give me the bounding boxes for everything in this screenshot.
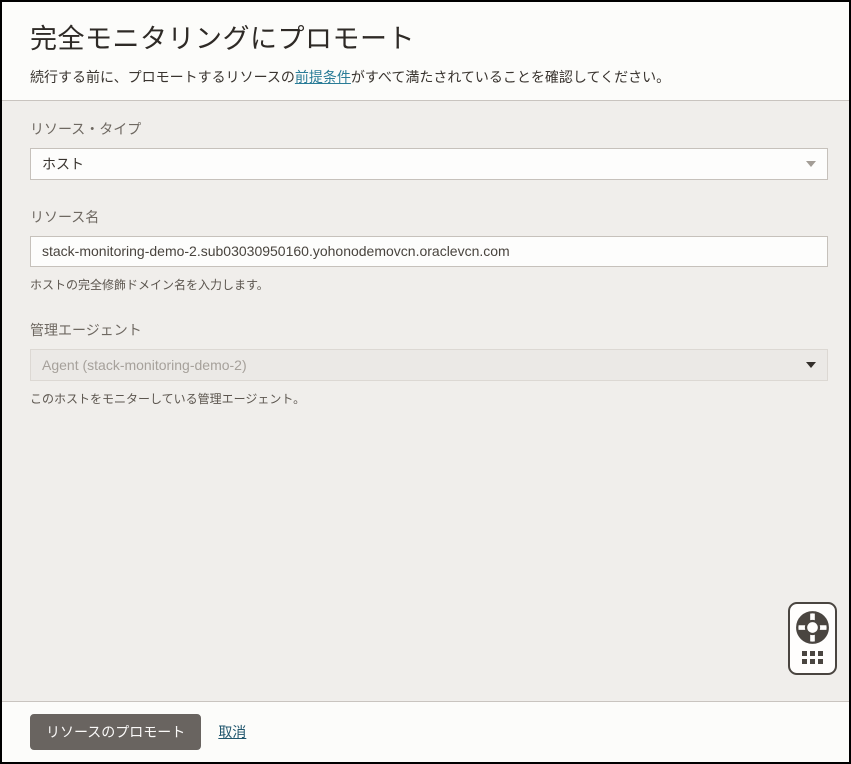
subtitle-text-before: 続行する前に、プロモートするリソースの	[30, 69, 295, 85]
assist-widget[interactable]	[788, 602, 837, 675]
prerequisites-link[interactable]: 前提条件	[295, 69, 351, 85]
resource-name-field: リソース名 ホストの完全修飾ドメイン名を入力します。	[30, 207, 828, 293]
dialog-footer: リソースのプロモート 取消	[2, 701, 849, 762]
resource-type-label: リソース・タイプ	[30, 120, 142, 137]
resource-type-select[interactable]: ホスト	[30, 147, 828, 180]
dialog-subtitle: 続行する前に、プロモートするリソースの前提条件がすべて満たされていることを確認し…	[30, 68, 821, 88]
management-agent-field: 管理エージェント Agent (stack-monitoring-demo-2)…	[30, 320, 828, 407]
resource-type-selected-value: ホスト	[42, 155, 84, 172]
chevron-down-icon	[806, 361, 816, 368]
cancel-link[interactable]: 取消	[218, 722, 246, 742]
dialog-header: 完全モニタリングにプロモート 続行する前に、プロモートするリソースの前提条件がす…	[2, 2, 849, 101]
management-agent-select: Agent (stack-monitoring-demo-2)	[30, 348, 828, 381]
promote-dialog: 完全モニタリングにプロモート 続行する前に、プロモートするリソースの前提条件がす…	[0, 0, 851, 764]
life-preserver-icon[interactable]	[794, 609, 831, 646]
dots-grid-icon[interactable]	[802, 651, 823, 664]
resource-name-help: ホストの完全修飾ドメイン名を入力します。	[30, 277, 269, 292]
management-agent-label: 管理エージェント	[30, 321, 142, 338]
management-agent-selected-value: Agent (stack-monitoring-demo-2)	[42, 356, 247, 373]
management-agent-help: このホストをモニターしている管理エージェント。	[30, 391, 306, 406]
subtitle-text-after: がすべて満たされていることを確認してください。	[350, 69, 671, 85]
chevron-down-icon	[806, 160, 816, 167]
resource-type-field: リソース・タイプ ホスト	[30, 119, 828, 180]
resource-name-label: リソース名	[30, 208, 100, 225]
dialog-body: リソース・タイプ ホスト リソース名 ホストの完全修飾ドメイン名を入力します。 …	[2, 101, 849, 701]
promote-resource-button[interactable]: リソースのプロモート	[30, 714, 202, 750]
resource-name-input[interactable]	[30, 235, 828, 267]
page-title: 完全モニタリングにプロモート	[30, 24, 415, 54]
